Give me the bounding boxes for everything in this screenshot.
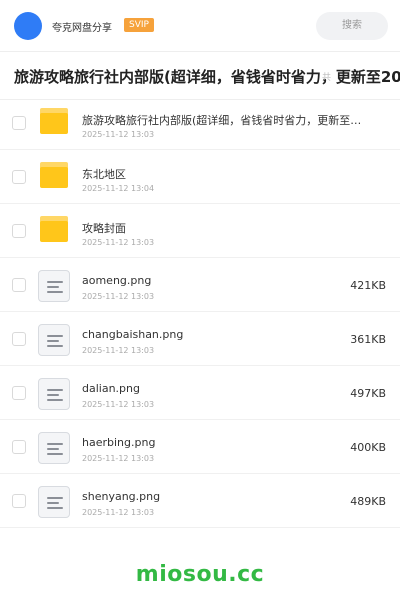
file-date: 2025-11-12 13:03 bbox=[82, 292, 155, 301]
file-size: 361KB bbox=[350, 333, 386, 346]
file-date: 2025-11-12 13:03 bbox=[82, 238, 155, 247]
file-name: shenyang.png bbox=[82, 490, 161, 503]
file-name: 攻略封面 bbox=[82, 222, 126, 235]
file-name: 东北地区 bbox=[82, 168, 126, 181]
file-name: dalian.png bbox=[82, 382, 140, 395]
image-file-icon bbox=[38, 324, 70, 356]
image-file-icon bbox=[38, 432, 70, 464]
list-item[interactable]: aomeng.png 2025-11-12 13:03 421KB bbox=[0, 258, 400, 312]
top-bar: 夸克网盘分享 SVIP 搜索 bbox=[0, 0, 400, 52]
select-checkbox[interactable] bbox=[12, 170, 26, 184]
file-size: 489KB bbox=[350, 495, 386, 508]
file-date: 2025-11-12 13:04 bbox=[82, 184, 155, 193]
file-date: 2025-11-12 13:03 bbox=[82, 400, 155, 409]
select-checkbox[interactable] bbox=[12, 116, 26, 130]
image-file-icon bbox=[38, 378, 70, 410]
list-item[interactable]: haerbing.png 2025-11-12 13:03 400KB bbox=[0, 420, 400, 474]
search-input[interactable]: 搜索 bbox=[316, 12, 388, 40]
list-item[interactable]: 攻略封面 2025-11-12 13:03 bbox=[0, 204, 400, 258]
list-item[interactable]: changbaishan.png 2025-11-12 13:03 361KB bbox=[0, 312, 400, 366]
file-name: haerbing.png bbox=[82, 436, 156, 449]
file-date: 2025-11-12 13:03 bbox=[82, 508, 155, 517]
file-name: changbaishan.png bbox=[82, 328, 184, 341]
select-checkbox[interactable] bbox=[12, 494, 26, 508]
file-date: 2025-11-12 13:03 bbox=[82, 130, 155, 139]
file-name: aomeng.png bbox=[82, 274, 152, 287]
image-file-icon bbox=[38, 486, 70, 518]
file-date: 2025-11-12 13:03 bbox=[82, 346, 155, 355]
list-item[interactable]: 旅游攻略旅行社内部版(超详细，省钱省时省力，更新至2025 2025-11-12… bbox=[0, 96, 400, 150]
file-size: 400KB bbox=[350, 441, 386, 454]
file-size: 421KB bbox=[350, 279, 386, 292]
image-file-icon bbox=[38, 270, 70, 302]
folder-icon bbox=[40, 162, 68, 188]
select-checkbox[interactable] bbox=[12, 224, 26, 238]
site-watermark: miosou.cc bbox=[135, 562, 265, 587]
list-item[interactable]: shenyang.png 2025-11-12 13:03 489KB bbox=[0, 474, 400, 528]
list-item[interactable]: dalian.png 2025-11-12 13:03 497KB bbox=[0, 366, 400, 420]
file-name: 旅游攻略旅行社内部版(超详细，省钱省时省力，更新至2025 bbox=[82, 114, 368, 127]
share-title-bar: 旅游攻略旅行社内部版(超详细，省钱省时省力，更新至2025 共 bbox=[0, 52, 400, 100]
file-date: 2025-11-12 13:03 bbox=[82, 454, 155, 463]
select-checkbox[interactable] bbox=[12, 278, 26, 292]
file-size: 497KB bbox=[350, 387, 386, 400]
share-count-glyph: 共 bbox=[322, 73, 332, 83]
share-title: 旅游攻略旅行社内部版(超详细，省钱省时省力，更新至2025 bbox=[14, 68, 400, 86]
list-item[interactable]: 东北地区 2025-11-12 13:04 bbox=[0, 150, 400, 204]
avatar[interactable] bbox=[14, 12, 42, 40]
select-checkbox[interactable] bbox=[12, 332, 26, 346]
select-checkbox[interactable] bbox=[12, 386, 26, 400]
svip-badge: SVIP bbox=[124, 18, 154, 32]
sharer-name: 夸克网盘分享 bbox=[52, 23, 112, 34]
folder-icon bbox=[40, 108, 68, 134]
select-checkbox[interactable] bbox=[12, 440, 26, 454]
file-list: 旅游攻略旅行社内部版(超详细，省钱省时省力，更新至2025 2025-11-12… bbox=[0, 96, 400, 528]
folder-icon bbox=[40, 216, 68, 242]
